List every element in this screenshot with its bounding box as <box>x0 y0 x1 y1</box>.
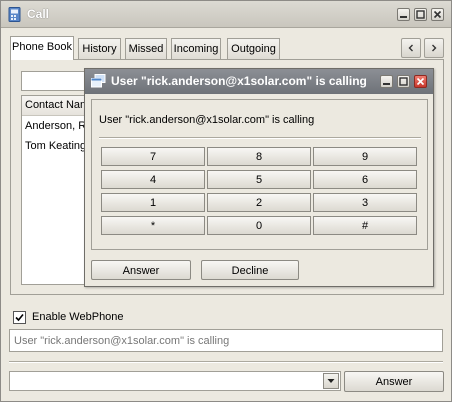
close-button[interactable] <box>431 8 444 21</box>
tab-scroll-left-button[interactable] <box>401 38 421 58</box>
chevron-down-icon <box>327 379 335 383</box>
keypad-key-9[interactable]: 9 <box>313 147 417 166</box>
keypad-key-1[interactable]: 1 <box>101 193 205 212</box>
maximize-icon <box>416 10 425 19</box>
call-status-field: User "rick.anderson@x1solar.com" is call… <box>9 329 443 352</box>
dialog-decline-button[interactable]: Decline <box>201 260 299 280</box>
maximize-button[interactable] <box>414 8 427 21</box>
keypad-key-2[interactable]: 2 <box>207 193 311 212</box>
keypad-key-5[interactable]: 5 <box>207 170 311 189</box>
window-titlebar[interactable]: Call <box>1 1 451 28</box>
dial-dropdown-button[interactable] <box>323 373 339 389</box>
contact-name-column-header[interactable]: Contact Name <box>22 96 90 116</box>
maximize-icon <box>399 77 408 86</box>
dialog-maximize-button[interactable] <box>397 75 410 88</box>
contact-list[interactable]: Contact Name Anderson, Rick Tom Keating <box>21 95 91 285</box>
keypad-key-0[interactable]: 0 <box>207 216 311 235</box>
keypad-key-6[interactable]: 6 <box>313 170 417 189</box>
tab-incoming[interactable]: Incoming <box>171 38 221 60</box>
tab-history[interactable]: History <box>78 38 121 60</box>
dialog-minimize-button[interactable] <box>380 75 393 88</box>
minimize-icon <box>383 83 390 85</box>
minimize-button[interactable] <box>397 8 410 21</box>
answer-button[interactable]: Answer <box>344 371 444 392</box>
enable-webphone-checkbox[interactable] <box>13 311 26 324</box>
incoming-call-dialog: User "rick.anderson@x1solar.com" is call… <box>84 68 434 287</box>
close-icon <box>416 77 425 86</box>
contact-search-input[interactable] <box>21 71 91 91</box>
enable-webphone-label: Enable WebPhone <box>32 311 124 323</box>
divider <box>99 137 421 139</box>
keypad-key-star[interactable]: * <box>101 216 205 235</box>
dialog-body: User "rick.anderson@x1solar.com" is call… <box>91 99 428 250</box>
window-title: Call <box>27 7 50 21</box>
checkmark-icon <box>15 313 24 322</box>
tab-scroll-right-button[interactable] <box>424 38 444 58</box>
windows-icon <box>91 74 106 88</box>
keypad-key-4[interactable]: 4 <box>101 170 205 189</box>
divider <box>9 361 443 363</box>
contact-row[interactable]: Anderson, Rick <box>22 116 90 136</box>
tab-outgoing[interactable]: Outgoing <box>227 38 280 60</box>
close-icon <box>433 10 442 19</box>
dial-number-combo[interactable] <box>9 371 341 391</box>
dialog-close-button[interactable] <box>414 75 427 88</box>
keypad-key-7[interactable]: 7 <box>101 147 205 166</box>
minimize-icon <box>400 16 407 18</box>
keypad-key-3[interactable]: 3 <box>313 193 417 212</box>
chevron-right-icon <box>432 44 437 52</box>
phone-book-icon <box>8 7 21 22</box>
tab-missed[interactable]: Missed <box>125 38 167 60</box>
caller-message: User "rick.anderson@x1solar.com" is call… <box>99 114 315 126</box>
keypad-key-hash[interactable]: # <box>313 216 417 235</box>
dialog-title: User "rick.anderson@x1solar.com" is call… <box>111 74 367 88</box>
dialog-titlebar[interactable]: User "rick.anderson@x1solar.com" is call… <box>85 69 433 94</box>
keypad-key-8[interactable]: 8 <box>207 147 311 166</box>
chevron-left-icon <box>408 44 413 52</box>
contact-row[interactable]: Tom Keating <box>22 136 90 156</box>
tab-phone-book[interactable]: Phone Book <box>10 36 74 60</box>
dialog-answer-button[interactable]: Answer <box>91 260 191 280</box>
